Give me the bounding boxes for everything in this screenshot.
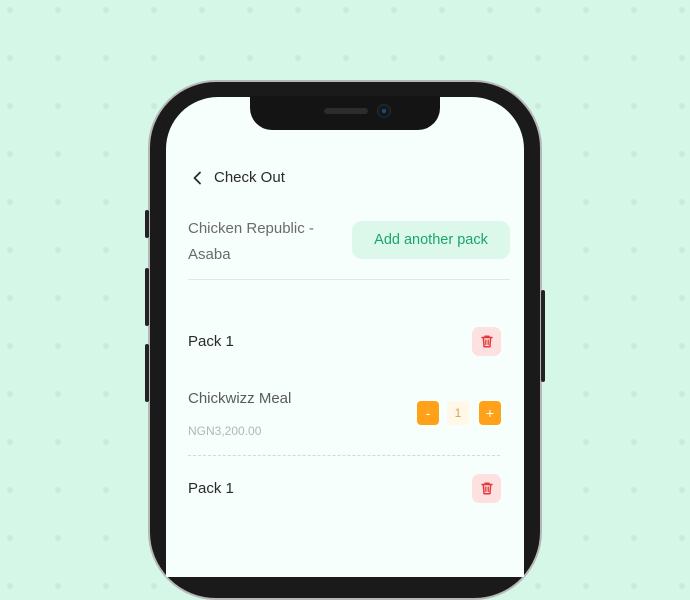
pack-separator (188, 455, 500, 456)
section-divider (188, 279, 510, 280)
trash-icon (480, 481, 494, 496)
pack-label: Pack 1 (188, 333, 234, 350)
chevron-left-icon[interactable] (190, 171, 204, 185)
add-another-pack-button[interactable]: Add another pack (352, 221, 510, 259)
item-price: NGN3,200.00 (188, 424, 262, 438)
quantity-value: 1 (447, 401, 469, 425)
item-name: Chickwizz Meal (188, 390, 292, 407)
page-title: Check Out (214, 169, 285, 186)
checkout-header: Check Out (190, 169, 285, 186)
app-screen: Check Out Chicken Republic - Asaba Add a… (166, 97, 524, 577)
phone-side-button-volume-up (145, 268, 149, 326)
phone-side-button-mute (145, 210, 149, 238)
phone-side-button-power (541, 290, 545, 382)
restaurant-name: Chicken Republic - Asaba (188, 220, 314, 263)
trash-icon (480, 334, 494, 349)
phone-side-button-volume-down (145, 344, 149, 402)
delete-pack-button[interactable] (472, 474, 501, 503)
decrement-button[interactable]: - (417, 401, 439, 425)
delete-pack-button[interactable] (472, 327, 501, 356)
pack-label: Pack 1 (188, 480, 234, 497)
increment-button[interactable]: + (479, 401, 501, 425)
phone-speaker (324, 108, 368, 114)
front-camera (377, 104, 391, 118)
